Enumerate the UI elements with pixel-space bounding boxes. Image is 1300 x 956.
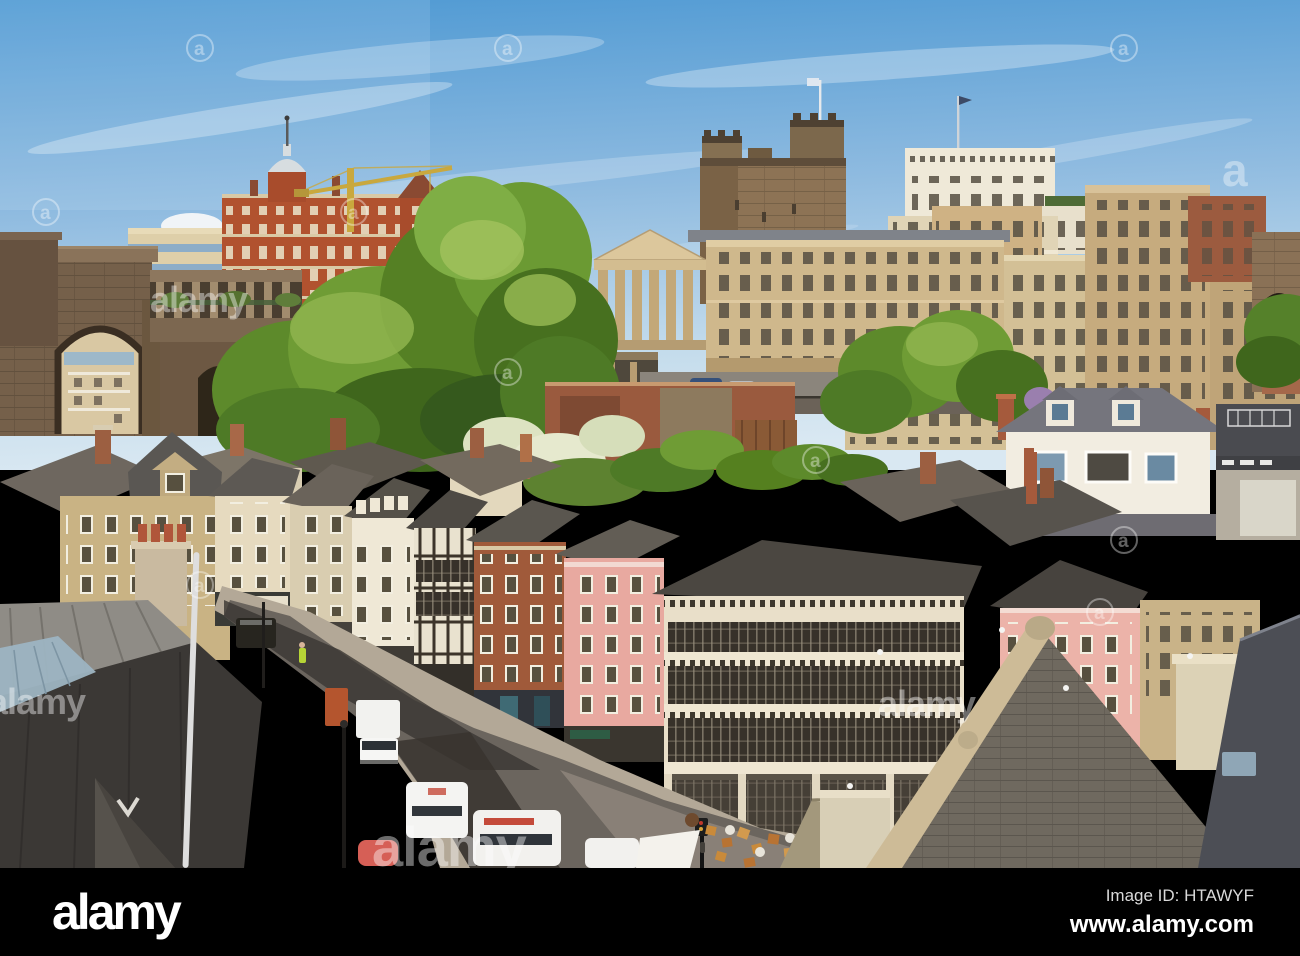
hi-vis-worker (299, 648, 306, 663)
white-box-truck (356, 700, 400, 764)
pink-building (556, 520, 680, 762)
watermark-letter: a (810, 451, 821, 472)
skylight (1222, 752, 1256, 776)
watermark-letter: a (40, 203, 51, 224)
alamy-url-text: www.alamy.com (1069, 910, 1254, 938)
brick-building-e (466, 500, 580, 728)
watermark-letter: a (1118, 39, 1129, 60)
keep-flag (807, 78, 819, 86)
watermark-text: alamy (150, 279, 248, 320)
white-van-front (585, 838, 639, 868)
footer-info: Image ID: HTAWYF www.alamy.com (1070, 886, 1254, 939)
watermark-letter: a (1094, 603, 1105, 624)
spire (286, 120, 289, 146)
pedestrian (700, 842, 705, 853)
watermark-letter: a (348, 203, 359, 224)
lamp-post-lower (342, 726, 346, 868)
stock-photo-page: alamy alamy alamy alamy a a a a a a a a … (0, 0, 1300, 956)
watermark-letter: a (1222, 144, 1248, 196)
coping-finial (1025, 616, 1055, 640)
alamy-logo: alamy (52, 884, 182, 940)
cityscape-photo: alamy alamy alamy alamy a a a a a a a a … (0, 0, 1300, 868)
image-id-text: Image ID: HTAWYF (1105, 885, 1254, 905)
shadow-truck (236, 618, 276, 648)
lamp-post-upper (262, 602, 265, 688)
watermark-text: alamy (878, 683, 976, 724)
watermark-letter: a (194, 576, 205, 597)
turret-base (268, 172, 306, 202)
watermark-text: alamy (0, 681, 86, 722)
through-arch-view (54, 325, 146, 434)
rooftop-terrace-building (1216, 404, 1300, 540)
barrel (685, 813, 699, 827)
alamy-footer-bar: alamy Image ID: HTAWYF www.alamy.com (0, 868, 1300, 956)
watermark-letter: a (1118, 531, 1129, 552)
watermark-letter: a (194, 39, 205, 60)
watermark-letter: a (502, 363, 513, 384)
watermark-text-large: alamy (372, 815, 527, 868)
watermark-letter: a (502, 39, 513, 60)
